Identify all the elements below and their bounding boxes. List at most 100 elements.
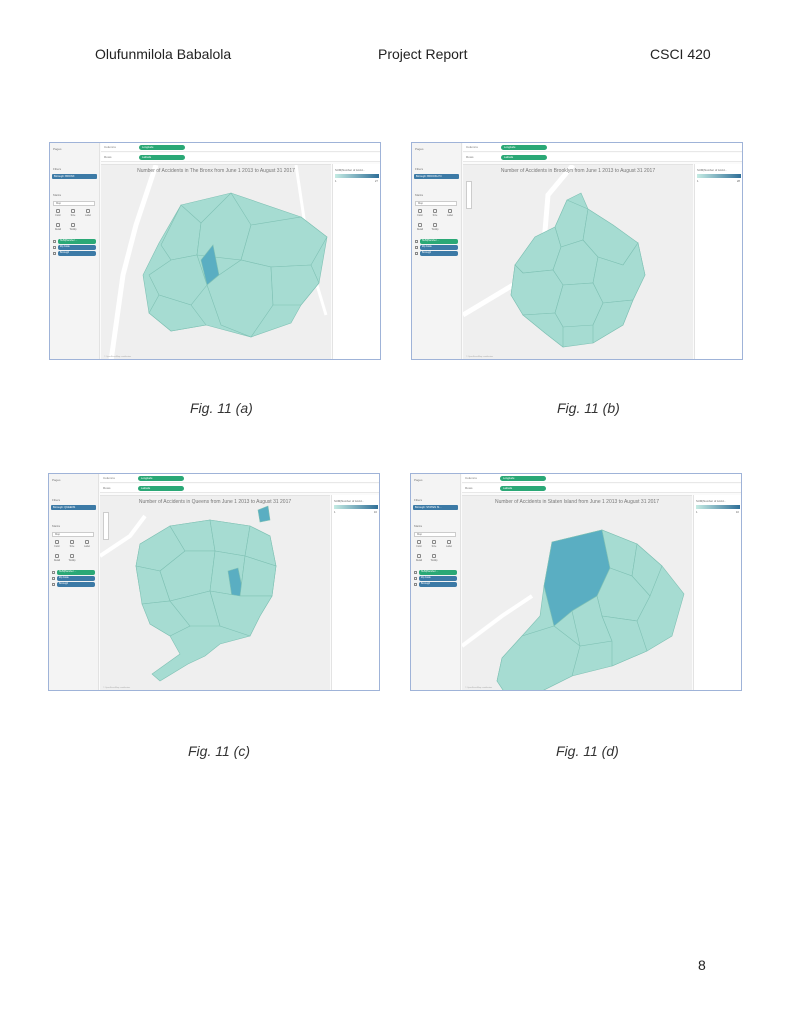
legend-max: 28 — [736, 179, 740, 183]
map-view[interactable]: Number of Accidents in The Bronx from Ju… — [101, 164, 331, 359]
borough-pill[interactable]: Borough — [58, 251, 96, 256]
longitude-pill[interactable]: Longitude — [500, 475, 546, 481]
zip-region[interactable] — [209, 519, 251, 557]
label-mark-button[interactable]: Label — [444, 540, 454, 550]
tooltip-mark-button[interactable]: Tooltip — [429, 554, 439, 564]
map-title: Number of Accidents in Brooklyn from Jun… — [500, 168, 656, 174]
legend-min: 1 — [697, 179, 699, 183]
legend-title: SUM(Number of Accid... — [696, 499, 726, 503]
detail-icon — [55, 554, 59, 558]
borough-filter-pill[interactable]: Borough: QUEENS — [51, 505, 96, 510]
detail-field-icon — [53, 252, 56, 255]
color-mark-button[interactable]: Color — [415, 209, 425, 219]
label-mark-button[interactable]: Label — [445, 209, 455, 219]
page-number: 8 — [698, 957, 706, 973]
columns-label: Columns — [466, 145, 478, 149]
color-mark-button[interactable]: Color — [414, 540, 424, 550]
tableau-left-panel: Pages Filters Borough: BRONX Marks Map C… — [50, 143, 100, 359]
sum-number-pill[interactable]: SUM(Number ... — [420, 239, 458, 244]
map-credit: © OpenStreetMap contributors — [466, 356, 494, 358]
detail-field-icon — [52, 577, 55, 580]
longitude-pill[interactable]: Longitude — [138, 475, 184, 481]
size-icon — [433, 209, 437, 213]
borough-filter-pill[interactable]: Borough: BRONX — [52, 174, 97, 179]
color-mark-button[interactable]: Color — [52, 540, 62, 550]
size-mark-button[interactable]: Size — [430, 209, 440, 219]
detail-mark-button[interactable]: Detail — [414, 554, 424, 564]
mark-type-select[interactable]: Map — [415, 201, 457, 206]
color-icon — [417, 540, 421, 544]
mark-type-select[interactable]: Map — [53, 201, 95, 206]
course-code: CSCI 420 — [650, 46, 711, 62]
map-title: Number of Accidents in Queens from June … — [138, 499, 292, 505]
latitude-pill[interactable]: Latitude — [501, 154, 547, 160]
zip-code-pill[interactable]: Zip Code — [57, 576, 95, 581]
rows-label: Rows — [466, 155, 474, 159]
sum-number-pill[interactable]: SUM(Number ... — [57, 570, 95, 575]
mark-type-select[interactable]: Map — [52, 532, 94, 537]
tooltip-mark-button[interactable]: Tooltip — [68, 223, 78, 233]
columns-shelf: Columns Longitude — [100, 474, 379, 483]
zip-code-pill[interactable]: Zip Code — [58, 245, 96, 250]
size-mark-button[interactable]: Size — [67, 540, 77, 550]
tableau-left-panel: Pages Filters Borough: STATEN IS... Mark… — [411, 474, 461, 690]
color-icon — [418, 209, 422, 213]
figure-caption: Fig. 11 (a) — [190, 400, 253, 416]
zip-region[interactable] — [270, 264, 320, 306]
borough-filter-pill[interactable]: Borough: STATEN IS... — [413, 505, 458, 510]
map-view[interactable]: Number of Accidents in Queens from June … — [100, 495, 330, 690]
tooltip-mark-button[interactable]: Tooltip — [430, 223, 440, 233]
map-title: Number of Accidents in Staten Island fro… — [495, 499, 659, 505]
columns-label: Columns — [465, 476, 477, 480]
longitude-pill[interactable]: Longitude — [139, 144, 185, 150]
legend-gradient — [335, 174, 379, 178]
pages-shelf-label: Pages — [415, 147, 424, 151]
size-icon — [71, 209, 75, 213]
rows-shelf: Rows Latitude — [101, 153, 380, 162]
detail-mark-button[interactable]: Detail — [415, 223, 425, 233]
color-mark-button[interactable]: Color — [53, 209, 63, 219]
figure-caption: Fig. 11 (c) — [188, 743, 250, 759]
zip-code-pill[interactable]: Zip Code — [419, 576, 457, 581]
legend-gradient — [697, 174, 741, 178]
figure-caption: Fig. 11 (d) — [556, 743, 619, 759]
latitude-pill[interactable]: Latitude — [139, 154, 185, 160]
size-mark-button[interactable]: Size — [429, 540, 439, 550]
tooltip-mark-button[interactable]: Tooltip — [67, 554, 77, 564]
size-mark-button[interactable]: Size — [68, 209, 78, 219]
map-zoom-toolbar[interactable] — [103, 512, 109, 540]
map-view[interactable]: Number of Accidents in Brooklyn from Jun… — [463, 164, 693, 359]
borough-pill[interactable]: Borough — [420, 251, 458, 256]
staten-island-map — [462, 529, 685, 690]
zip-code-pill[interactable]: Zip Code — [420, 245, 458, 250]
filters-shelf-label: Filters — [414, 498, 423, 502]
mark-type-select[interactable]: Map — [414, 532, 456, 537]
longitude-pill[interactable]: Longitude — [501, 144, 547, 150]
label-icon — [448, 209, 452, 213]
legend-min: 1 — [334, 510, 336, 514]
sum-number-pill[interactable]: SUM(Number ... — [419, 570, 457, 575]
map-view[interactable]: Number of Accidents in Staten Island fro… — [462, 495, 692, 690]
sum-number-pill[interactable]: SUM(Number ... — [58, 239, 96, 244]
zip-region-highlight[interactable] — [257, 505, 271, 523]
detail-mark-button[interactable]: Detail — [52, 554, 62, 564]
latitude-pill[interactable]: Latitude — [138, 485, 184, 491]
detail-field-icon — [52, 583, 55, 586]
label-mark-button[interactable]: Label — [83, 209, 93, 219]
detail-mark-button[interactable]: Detail — [53, 223, 63, 233]
tableau-screenshot-staten-island: Pages Filters Borough: STATEN IS... Mark… — [410, 473, 742, 691]
detail-field-icon — [53, 246, 56, 249]
borough-filter-pill[interactable]: Borough: BROOKLYN — [414, 174, 459, 179]
borough-pill[interactable]: Borough — [57, 582, 95, 587]
zip-region[interactable] — [522, 312, 564, 348]
borough-pill[interactable]: Borough — [419, 582, 457, 587]
map-zoom-toolbar[interactable] — [466, 181, 472, 209]
zip-region[interactable] — [240, 216, 328, 268]
columns-label: Columns — [104, 145, 116, 149]
detail-icon — [418, 223, 422, 227]
label-mark-button[interactable]: Label — [82, 540, 92, 550]
queens-map — [100, 505, 277, 682]
color-legend: SUM(Number of Accid... 1 28 — [694, 164, 742, 359]
label-icon — [85, 540, 89, 544]
latitude-pill[interactable]: Latitude — [500, 485, 546, 491]
